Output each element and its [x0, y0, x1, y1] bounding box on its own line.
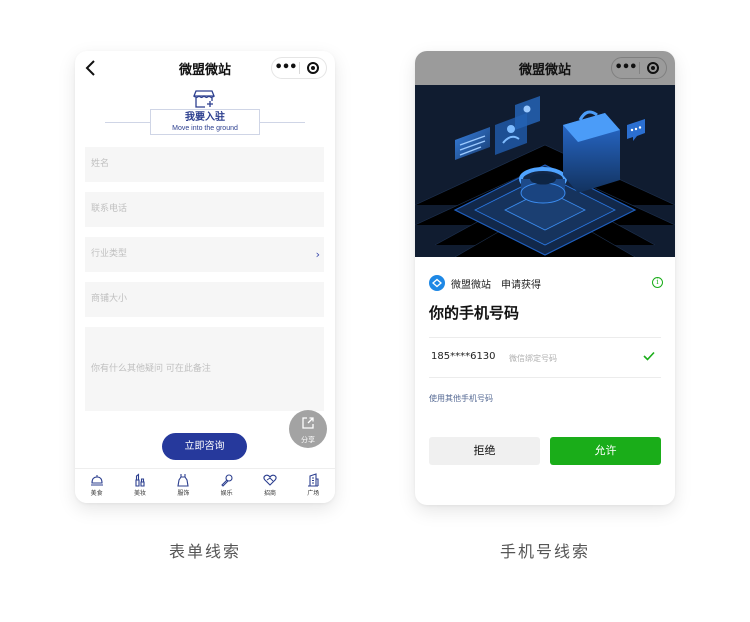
handshake-icon [263, 474, 277, 486]
tab-label: 招商 [263, 490, 276, 497]
tab-beauty[interactable]: 美妆 [118, 469, 161, 503]
more-dots-icon[interactable]: ••• [612, 57, 639, 79]
dress-icon [177, 474, 189, 487]
nav-bar: 微盟微站 ••• [415, 51, 675, 85]
share-button[interactable]: 分享 [289, 410, 327, 448]
use-other-number-link[interactable]: 使用其他手机号码 [429, 393, 493, 404]
shop-size-field[interactable]: 商铺大小 [85, 282, 324, 317]
app-name: 微盟微站 [451, 279, 491, 291]
menu-capsule[interactable]: ••• [271, 57, 327, 79]
phone-number[interactable]: 185****6130 [431, 351, 496, 362]
building-icon [308, 473, 319, 487]
consult-button[interactable]: 立即咨询 [162, 433, 247, 460]
allow-button[interactable]: 允许 [550, 437, 661, 465]
caption-phone-leads: 手机号线索 [499, 542, 590, 561]
tab-plaza[interactable]: 广场 [292, 469, 335, 503]
phone-hint: 微信绑定号码 [509, 354, 557, 363]
app-logo-icon [429, 275, 445, 291]
hero-illustration [415, 85, 675, 257]
phone-field[interactable]: 联系电话 [85, 192, 324, 227]
share-icon [302, 417, 314, 429]
request-text: 申请获得 [501, 279, 541, 291]
info-icon[interactable]: i [652, 277, 663, 288]
caption-form-leads: 表单线索 [168, 542, 241, 561]
app-row: 微盟微站 申请获得 [429, 275, 541, 291]
cloche-icon [90, 475, 103, 486]
tab-clothing[interactable]: 服饰 [162, 469, 205, 503]
isometric-office-illustration [415, 85, 675, 257]
name-field[interactable]: 姓名 [85, 147, 324, 182]
chevron-right-icon: › [315, 248, 320, 261]
industry-select[interactable]: 行业类型 › [85, 237, 324, 272]
banner-title: 我要入驻 [185, 112, 225, 123]
tab-entertainment[interactable]: 娱乐 [205, 469, 248, 503]
checkmark-icon [643, 351, 655, 361]
form-lead-phone: 微盟微站 ••• 我要入驻 Move into the ground 姓名 联系… [75, 51, 335, 503]
microphone-icon [220, 474, 233, 487]
tab-label: 广场 [307, 490, 320, 497]
back-arrow-icon[interactable] [81, 58, 101, 78]
tab-bar: 美食 美妆 服饰 娱乐 招商 广场 [75, 468, 335, 503]
deny-button[interactable]: 拒绝 [429, 437, 540, 465]
nav-title: 微盟微站 [518, 62, 571, 78]
banner: 我要入驻 Move into the ground [150, 109, 260, 135]
close-target-icon[interactable] [300, 62, 326, 74]
tab-food[interactable]: 美食 [75, 469, 118, 503]
divider [429, 377, 661, 378]
tab-investment[interactable]: 招商 [248, 469, 291, 503]
more-dots-icon[interactable]: ••• [272, 57, 299, 79]
close-target-icon[interactable] [640, 62, 666, 74]
nav-title: 微盟微站 [178, 62, 231, 78]
nav-bar: 微盟微站 ••• [75, 51, 335, 85]
menu-capsule[interactable]: ••• [611, 57, 667, 79]
lipstick-icon [135, 473, 145, 487]
remarks-textarea[interactable]: 你有什么其他疑问 可在此备注 [85, 327, 324, 411]
tab-label: 美食 [90, 490, 103, 497]
tab-label: 服饰 [177, 490, 190, 497]
tab-label: 美妆 [133, 490, 146, 497]
sheet-title: 你的手机号码 [429, 304, 520, 322]
share-label: 分享 [301, 436, 315, 444]
divider [429, 337, 661, 338]
storefront-icon [193, 90, 215, 108]
banner-subtitle: Move into the ground [172, 125, 238, 132]
phone-lead-phone: 微盟微站 ••• 微盟微站 申请获得 i 你的手机号码 185****6130 … [415, 51, 675, 505]
tab-label: 娱乐 [220, 490, 233, 497]
